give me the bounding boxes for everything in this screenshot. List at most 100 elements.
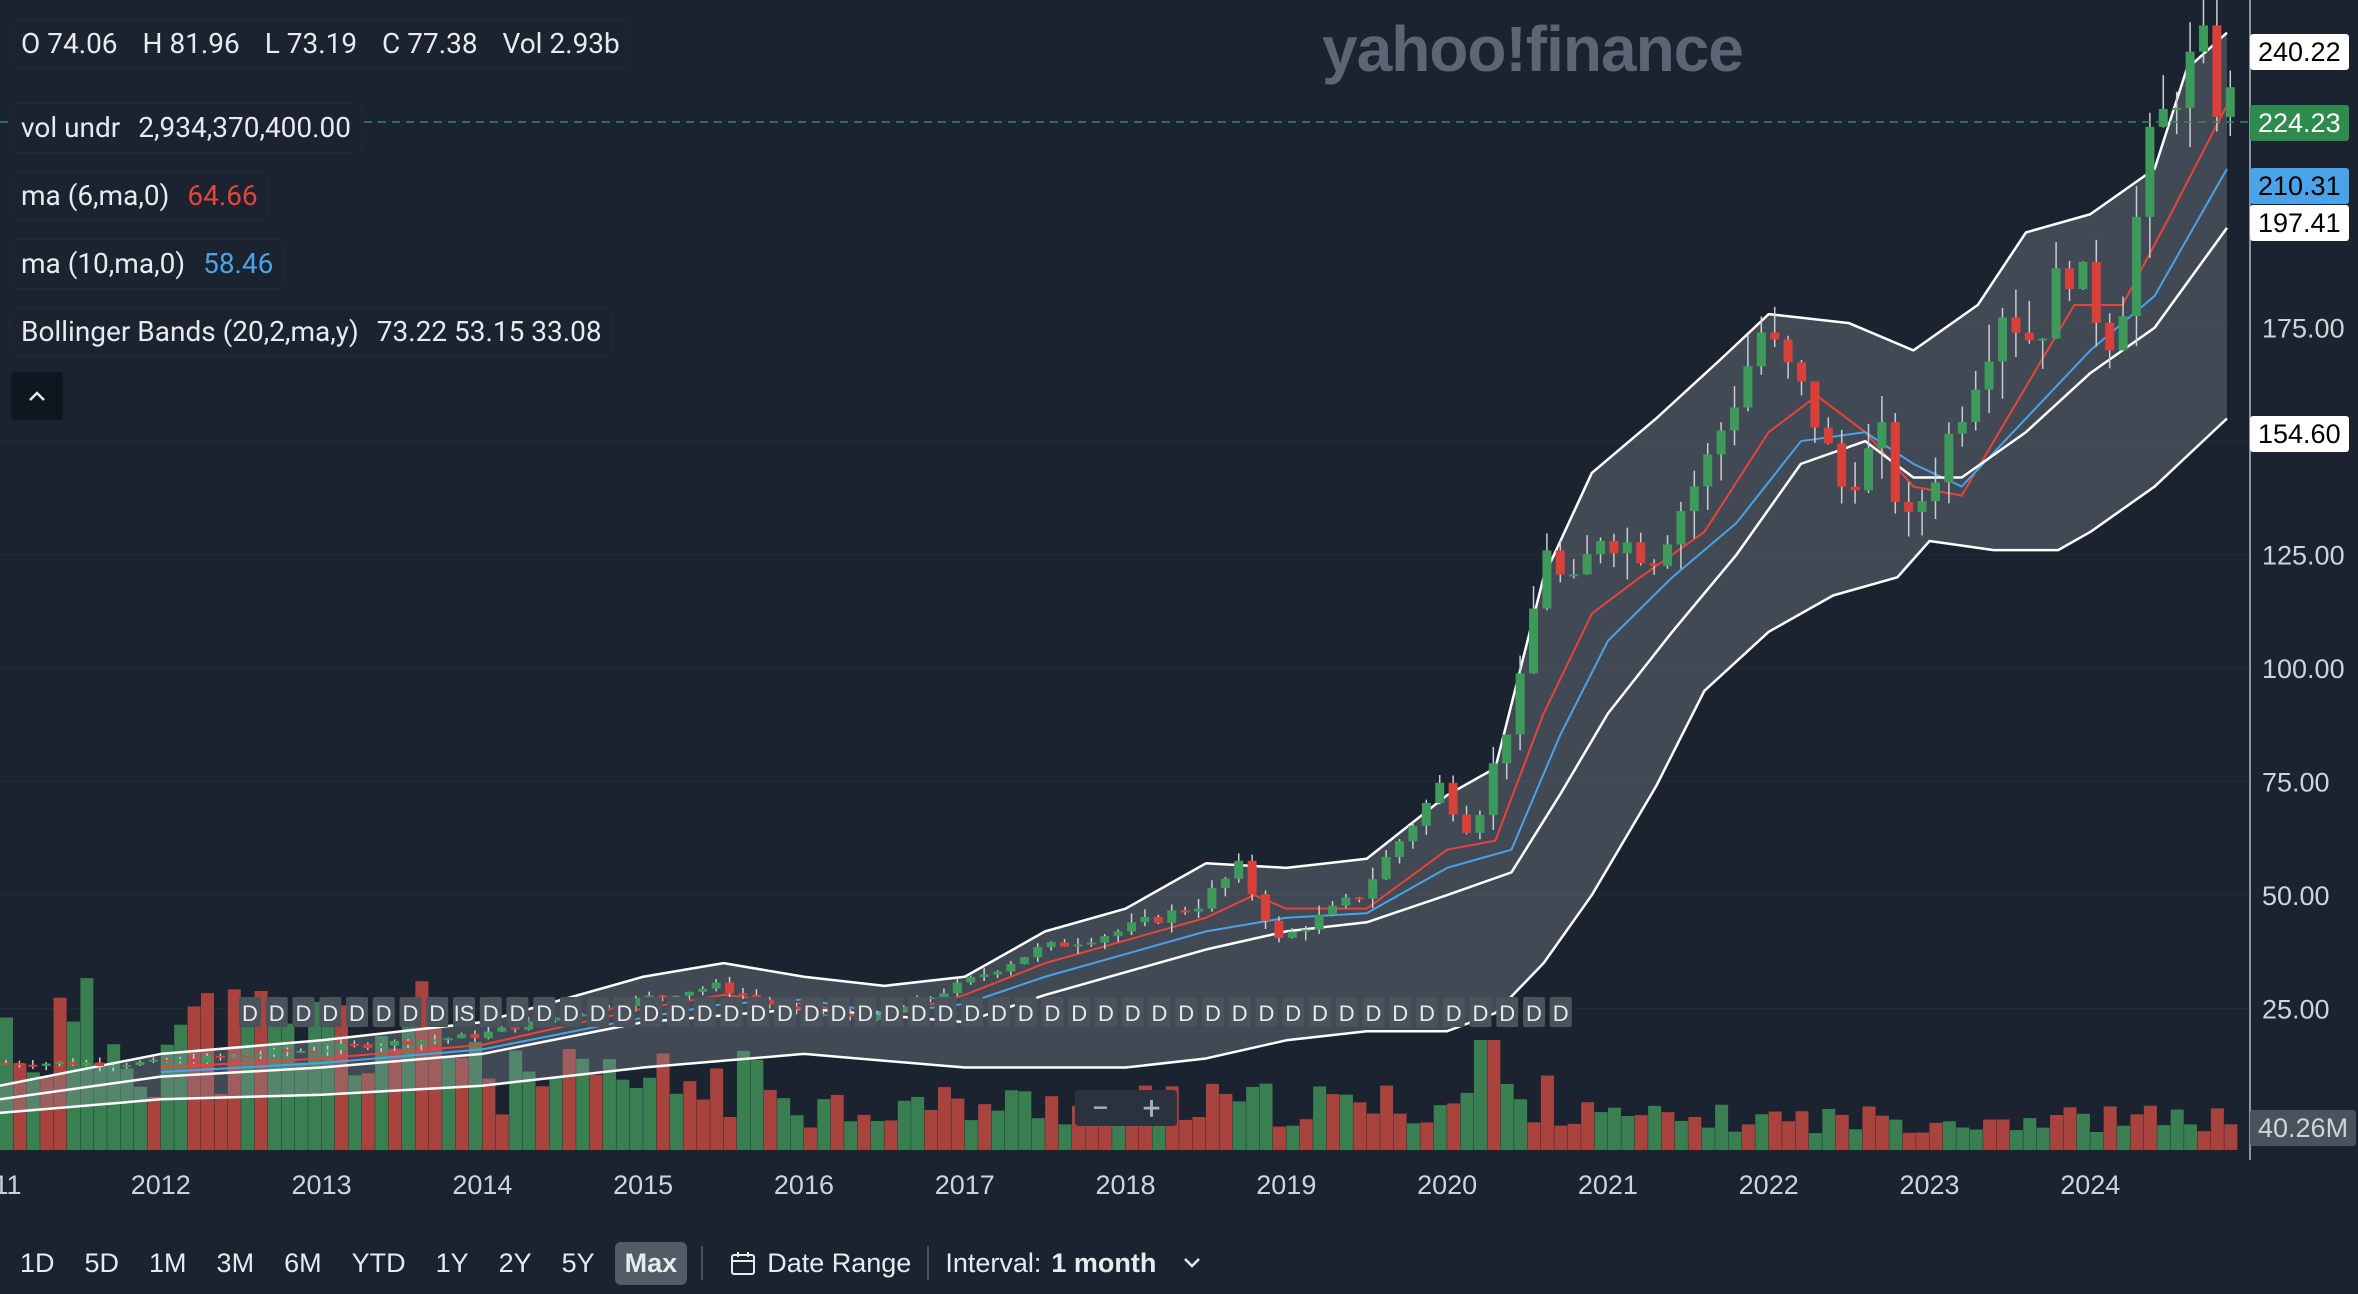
candle-body: [189, 1058, 199, 1063]
volume-bar: [937, 1087, 951, 1150]
candle-body: [1716, 430, 1726, 455]
candle-body: [256, 1054, 266, 1057]
candle-body: [2105, 322, 2115, 351]
candle-body: [1167, 910, 1177, 923]
candle-body: [269, 1049, 279, 1055]
zoom-out-button[interactable]: −: [1091, 1089, 1109, 1127]
candle-body: [1368, 879, 1378, 899]
candle-body: [14, 1063, 24, 1066]
volume-bar: [1420, 1122, 1434, 1150]
volume-bar: [1688, 1117, 1702, 1150]
candle-body: [1354, 897, 1364, 900]
volume-bar: [1942, 1121, 1956, 1150]
interval-selector[interactable]: Interval: 1 month: [945, 1248, 1202, 1279]
dividend-marker-label: D: [269, 1001, 285, 1026]
volume-bar: [2184, 1124, 2198, 1150]
dividend-marker-label: D: [1205, 1001, 1221, 1026]
ma6-legend[interactable]: ma (6,ma,0) 64.66: [11, 172, 268, 220]
range-5d-button[interactable]: 5D: [75, 1242, 130, 1285]
dividend-marker-label: D: [242, 1001, 258, 1026]
y-tick-label: 125.00: [2262, 541, 2345, 571]
dividend-marker-label: D: [376, 1001, 392, 1026]
x-tick-label: 2013: [292, 1170, 352, 1200]
candle-body: [1622, 542, 1632, 554]
range-1m-button[interactable]: 1M: [139, 1242, 197, 1285]
volume-bar: [978, 1104, 992, 1150]
volume-bar: [1929, 1122, 1943, 1150]
candle-body: [1676, 511, 1686, 545]
date-range-button[interactable]: Date Range: [729, 1248, 911, 1279]
x-tick-label: 011: [0, 1170, 22, 1200]
volume-bar: [1366, 1113, 1380, 1150]
volume-bar: [1634, 1115, 1648, 1150]
range-6m-button[interactable]: 6M: [274, 1242, 332, 1285]
candle-body: [738, 993, 748, 996]
interval-value: 1 month: [1051, 1247, 1157, 1278]
range-1y-button[interactable]: 1Y: [426, 1242, 479, 1285]
candle-body: [1944, 433, 1954, 483]
candle-body: [1448, 782, 1458, 815]
candle-body: [1113, 931, 1123, 937]
candle-body: [162, 1059, 172, 1062]
range-5y-button[interactable]: 5Y: [552, 1242, 605, 1285]
volume-bar: [522, 1071, 536, 1150]
bollinger-legend[interactable]: Bollinger Bands (20,2,ma,y) 73.22 53.15 3…: [11, 308, 612, 356]
volume-bar: [1487, 1040, 1501, 1150]
dividend-marker-label: D: [911, 1001, 927, 1026]
candle-body: [2078, 261, 2088, 289]
dividend-marker-label: D: [590, 1001, 606, 1026]
collapse-legend-button[interactable]: [11, 372, 63, 420]
volume-bar: [1433, 1105, 1447, 1150]
range-1d-button[interactable]: 1D: [10, 1242, 65, 1285]
volume-bar: [1607, 1107, 1621, 1150]
volume-bar: [750, 1059, 764, 1150]
zoom-controls: − +: [1075, 1089, 1177, 1127]
volume-bar: [1500, 1083, 1514, 1150]
candle-body: [1864, 448, 1873, 491]
range-2y-button[interactable]: 2Y: [489, 1242, 542, 1285]
candle-body: [1207, 888, 1217, 909]
volume-bar: [991, 1110, 1005, 1150]
price-chart[interactable]: D D D D D D D D IS D D D D D D D D D D D D D D D D D D D D D D D D D D D D D D…: [0, 0, 2358, 1232]
candle-body: [1328, 905, 1338, 915]
candle-body: [175, 1058, 185, 1062]
candle-body: [1153, 916, 1163, 923]
candle-body: [403, 1040, 413, 1045]
dividend-marker-label: D: [857, 1001, 873, 1026]
candle-body: [1046, 942, 1056, 948]
volume-bar: [723, 1116, 737, 1150]
price-tag-bb-mid: 197.41: [2250, 205, 2349, 241]
zoom-in-button[interactable]: +: [1142, 1089, 1160, 1127]
price-tag-volume: 40.26M: [2250, 1110, 2357, 1146]
candle-body: [1127, 922, 1137, 932]
candle-body: [41, 1063, 51, 1066]
candle-body: [108, 1065, 118, 1068]
volume-bar: [911, 1096, 925, 1150]
candle-body: [1743, 366, 1753, 408]
range-max-button[interactable]: Max: [614, 1241, 688, 1285]
candle-body: [1234, 860, 1244, 879]
volume-bar: [1031, 1118, 1045, 1150]
candle-body: [993, 971, 1003, 975]
candle-body: [28, 1064, 38, 1067]
candle-body: [684, 991, 694, 996]
candle-body: [2145, 126, 2155, 217]
volume-bar: [1835, 1114, 1849, 1150]
candle-body: [349, 1043, 359, 1046]
volume-bar: [1902, 1132, 1916, 1150]
range-ytd-button[interactable]: YTD: [342, 1242, 416, 1285]
candle-body: [1663, 544, 1673, 566]
range-3m-button[interactable]: 3M: [207, 1242, 265, 1285]
dividend-marker-label: D: [697, 1001, 713, 1026]
x-tick-label: 2015: [613, 1170, 673, 1200]
candle-body: [1689, 486, 1699, 512]
volume-bar: [696, 1099, 710, 1150]
dividend-marker-label: D: [1339, 1001, 1355, 1026]
volume-bar: [1849, 1129, 1863, 1150]
candle-body: [135, 1061, 145, 1066]
vol-undr-legend[interactable]: vol undr 2,934,370,400.00: [11, 104, 362, 152]
close-label: C 77.38: [382, 27, 478, 60]
volume-bar: [2063, 1107, 2077, 1150]
ma10-legend[interactable]: ma (10,ma,0) 58.46: [11, 240, 284, 288]
dividend-marker-label: D: [1526, 1001, 1542, 1026]
